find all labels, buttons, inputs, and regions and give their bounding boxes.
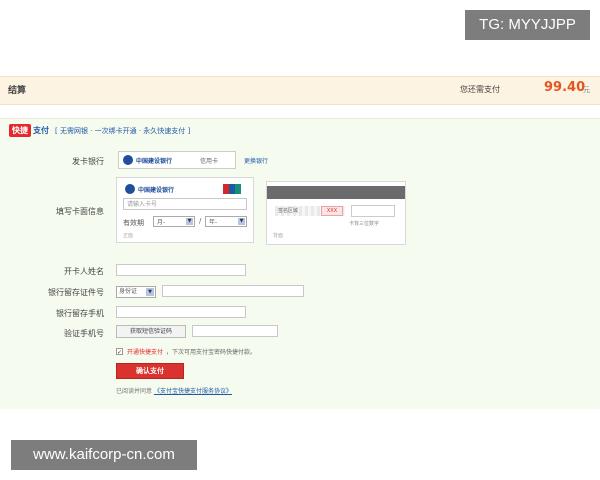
get-sms-code-button[interactable]: 获取短信验证码 bbox=[116, 325, 186, 338]
ccb-logo-icon bbox=[125, 184, 135, 194]
card-front-bank: 中国建设银行 bbox=[125, 184, 174, 194]
card-back-side-label: 背面 bbox=[273, 233, 284, 239]
holder-name-input[interactable] bbox=[116, 264, 246, 276]
card-front-bank-name: 中国建设银行 bbox=[138, 186, 175, 194]
magnetic-stripe bbox=[267, 186, 405, 199]
order-summary-bar: 结算 您还需支付 99.40 元 bbox=[0, 76, 600, 105]
cvv-sample: XXX bbox=[321, 206, 343, 216]
unionpay-icon bbox=[223, 184, 241, 194]
card-info-label: 填写卡面信息 bbox=[56, 207, 104, 216]
chevron-down-icon: ▼ bbox=[186, 218, 193, 225]
agreement-prefix: 已阅读并同意 bbox=[116, 388, 153, 395]
ccb-logo-icon bbox=[123, 155, 133, 165]
bank-label: 发卡银行 bbox=[72, 157, 104, 166]
open-express-pay-note: ，下次可用支付宝密码快捷付款。 bbox=[166, 349, 257, 356]
summary-title: 结算 bbox=[8, 86, 27, 96]
amount-unit: 元 bbox=[583, 86, 590, 94]
bank-phone-input[interactable] bbox=[116, 306, 246, 318]
bank-selector[interactable]: 中国建设银行 信用卡 bbox=[118, 151, 236, 169]
amount-due-label: 您还需支付 bbox=[460, 85, 500, 94]
id-type-select[interactable]: 身份证 ▼ bbox=[116, 286, 156, 298]
bank-phone-label: 银行留存手机 bbox=[56, 309, 104, 318]
sms-code-input[interactable] bbox=[192, 325, 278, 337]
change-bank-link[interactable]: 更换银行 bbox=[244, 156, 268, 165]
chevron-down-icon: ▼ bbox=[238, 218, 245, 225]
expiry-year-select[interactable]: 年- ▼ bbox=[205, 216, 247, 227]
card-type: 信用卡 bbox=[200, 157, 219, 165]
id-number-input[interactable] bbox=[162, 285, 304, 297]
express-pay-slogan: [ 无需网银 · 一次绑卡开通 · 永久快速支付 ] bbox=[55, 126, 191, 135]
expiry-separator: / bbox=[199, 217, 202, 225]
express-pay-word: 支付 bbox=[33, 126, 49, 135]
expiry-month-value: 月- bbox=[157, 219, 166, 226]
expiry-month-select[interactable]: 月- ▼ bbox=[153, 216, 195, 227]
verify-phone-label: 验证手机号 bbox=[64, 329, 104, 338]
watermark-bottom: www.kaifcorp-cn.com bbox=[11, 440, 197, 470]
card-back: 签名区域 XXX 卡背三位数字 背面 bbox=[266, 181, 406, 245]
card-front: 中国建设银行 请输入卡号 有效期 月- ▼ / 年- ▼ 正面 bbox=[116, 177, 254, 243]
open-express-pay-row: ✓ 开通快捷支付 ，下次可用支付宝密码快捷付款。 bbox=[116, 347, 256, 356]
bank-name: 中国建设银行 bbox=[136, 157, 173, 165]
chevron-down-icon: ▼ bbox=[146, 288, 154, 296]
amount-due-value: 99.40 bbox=[544, 80, 586, 95]
confirm-pay-button[interactable]: 确认支付 bbox=[116, 363, 184, 379]
id-type-value: 身份证 bbox=[119, 288, 138, 295]
card-front-side-label: 正面 bbox=[123, 233, 134, 239]
cvv-hint: 卡背三位数字 bbox=[349, 221, 380, 227]
cvv-input[interactable] bbox=[351, 205, 395, 217]
open-express-pay-checkbox[interactable]: ✓ bbox=[116, 348, 123, 356]
id-number-label: 银行留存证件号 bbox=[48, 288, 104, 297]
agreement-row: 已阅读并同意 《支付宝快捷支付服务协议》 bbox=[116, 386, 232, 395]
watermark-top: TG: MYYJJPP bbox=[465, 10, 590, 40]
express-pay-brand: 快捷 支付 [ 无需网银 · 一次绑卡开通 · 永久快速支付 ] bbox=[9, 124, 190, 137]
card-number-input[interactable]: 请输入卡号 bbox=[123, 198, 247, 210]
holder-name-label: 开卡人姓名 bbox=[64, 267, 104, 276]
express-payment-panel: 快捷 支付 [ 无需网银 · 一次绑卡开通 · 永久快速支付 ] 发卡银行 中国… bbox=[0, 118, 600, 409]
open-express-pay-label: 开通快捷支付 bbox=[127, 349, 164, 356]
express-pay-badge: 快捷 bbox=[9, 124, 31, 137]
service-agreement-link[interactable]: 《支付宝快捷支付服务协议》 bbox=[154, 388, 232, 395]
expiry-year-value: 年- bbox=[209, 219, 218, 226]
expiry-label: 有效期 bbox=[123, 219, 144, 227]
